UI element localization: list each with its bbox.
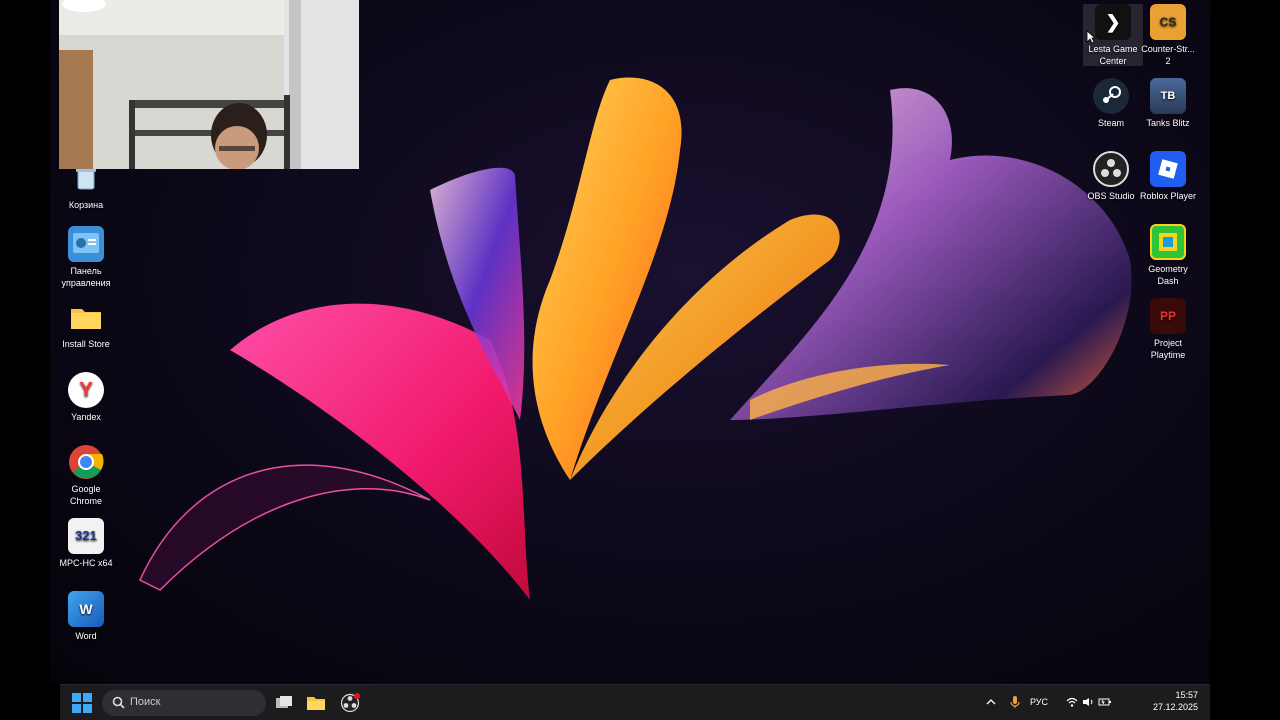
clock-date: 27.12.2025 <box>1152 702 1198 712</box>
clock[interactable]: 15:57 27.12.2025 <box>1138 689 1198 713</box>
icon-label: Панель управления <box>61 266 111 288</box>
windows-logo-icon <box>72 693 81 702</box>
desktop-icon-mpc-hc[interactable]: 321 MPC-HC x64 <box>56 518 116 569</box>
wifi-icon[interactable] <box>1066 697 1078 707</box>
counter-strike-icon: CS <box>1150 4 1186 40</box>
yandex-icon: Y <box>68 372 104 408</box>
mouse-cursor-icon <box>1086 30 1096 44</box>
obs-studio-icon <box>1093 151 1129 187</box>
icon-label: Project Playtime <box>1150 338 1186 360</box>
icon-label: Lesta Game Center <box>1088 44 1138 66</box>
chrome-icon <box>68 444 104 480</box>
icon-label: Google Chrome <box>69 484 102 506</box>
obs-studio-icon <box>340 693 360 713</box>
desktop-icon-counter-strike[interactable]: CS Counter-Str... 2 <box>1138 4 1198 67</box>
taskbar: Поиск РУС 15:57 27.12.2025 <box>60 684 1210 720</box>
search-placeholder: Поиск <box>130 696 161 708</box>
desktop-icon-google-chrome[interactable]: Google Chrome <box>56 444 116 507</box>
desktop-icon-steam[interactable]: Steam <box>1081 78 1141 129</box>
screen: Корзина Панель управления Install Store … <box>0 0 1280 720</box>
system-tray: РУС 15:57 27.12.2025 <box>938 685 1198 720</box>
desktop-icon-geometry-dash[interactable]: Geometry Dash <box>1138 224 1198 287</box>
microphone-icon[interactable] <box>1010 695 1020 709</box>
icon-label: Install Store <box>62 339 110 349</box>
icon-label: Steam <box>1097 118 1124 128</box>
desktop-icon-roblox[interactable]: Roblox Player <box>1138 151 1198 202</box>
icon-label: Geometry Dash <box>1148 264 1188 286</box>
obs-taskbar-button[interactable] <box>338 691 362 715</box>
icon-label: Word <box>75 631 97 641</box>
steam-icon <box>1093 78 1129 114</box>
desktop-icon-word[interactable]: W Word <box>56 591 116 642</box>
icon-label: MPC-HC x64 <box>59 558 113 568</box>
battery-icon[interactable] <box>1098 697 1112 707</box>
desktop-icon-tanks-blitz[interactable]: TB Tanks Blitz <box>1138 78 1198 129</box>
volume-icon[interactable] <box>1082 697 1094 707</box>
language-indicator[interactable]: РУС <box>1030 697 1048 707</box>
geometry-dash-icon <box>1150 224 1186 260</box>
desktop-icon-obs-studio[interactable]: OBS Studio <box>1081 151 1141 202</box>
webcam-overlay <box>59 0 359 169</box>
show-hidden-icons-chevron-icon[interactable] <box>986 698 996 706</box>
icon-label: Counter-Str... 2 <box>1141 44 1195 66</box>
control-panel-icon <box>68 226 104 262</box>
icon-label: OBS Studio <box>1087 191 1135 201</box>
word-icon: W <box>68 591 104 627</box>
file-explorer-button[interactable] <box>304 691 328 715</box>
lesta-game-center-icon: ❯ <box>1095 4 1131 40</box>
clock-time: 15:57 <box>1175 690 1198 700</box>
desktop-icon-control-panel[interactable]: Панель управления <box>56 226 116 289</box>
taskbar-search-box[interactable]: Поиск <box>102 690 266 716</box>
tanks-blitz-icon: TB <box>1150 78 1186 114</box>
task-view-icon <box>276 696 292 708</box>
file-explorer-icon <box>307 697 325 710</box>
folder-icon <box>68 299 104 335</box>
project-playtime-icon: PP <box>1150 298 1186 334</box>
icon-label: Tanks Blitz <box>1146 118 1190 128</box>
mpc-hc-icon: 321 <box>68 518 104 554</box>
start-button[interactable] <box>72 693 92 713</box>
desktop-icon-project-playtime[interactable]: PP Project Playtime <box>1138 298 1198 361</box>
task-view-button[interactable] <box>272 691 296 715</box>
icon-label: Корзина <box>68 200 104 210</box>
icon-label: Yandex <box>71 412 101 422</box>
desktop-icon-yandex[interactable]: Y Yandex <box>56 372 116 423</box>
roblox-icon <box>1150 151 1186 187</box>
desktop-icon-install-store[interactable]: Install Store <box>56 299 116 350</box>
search-icon <box>112 696 125 709</box>
icon-label: Roblox Player <box>1139 191 1197 201</box>
